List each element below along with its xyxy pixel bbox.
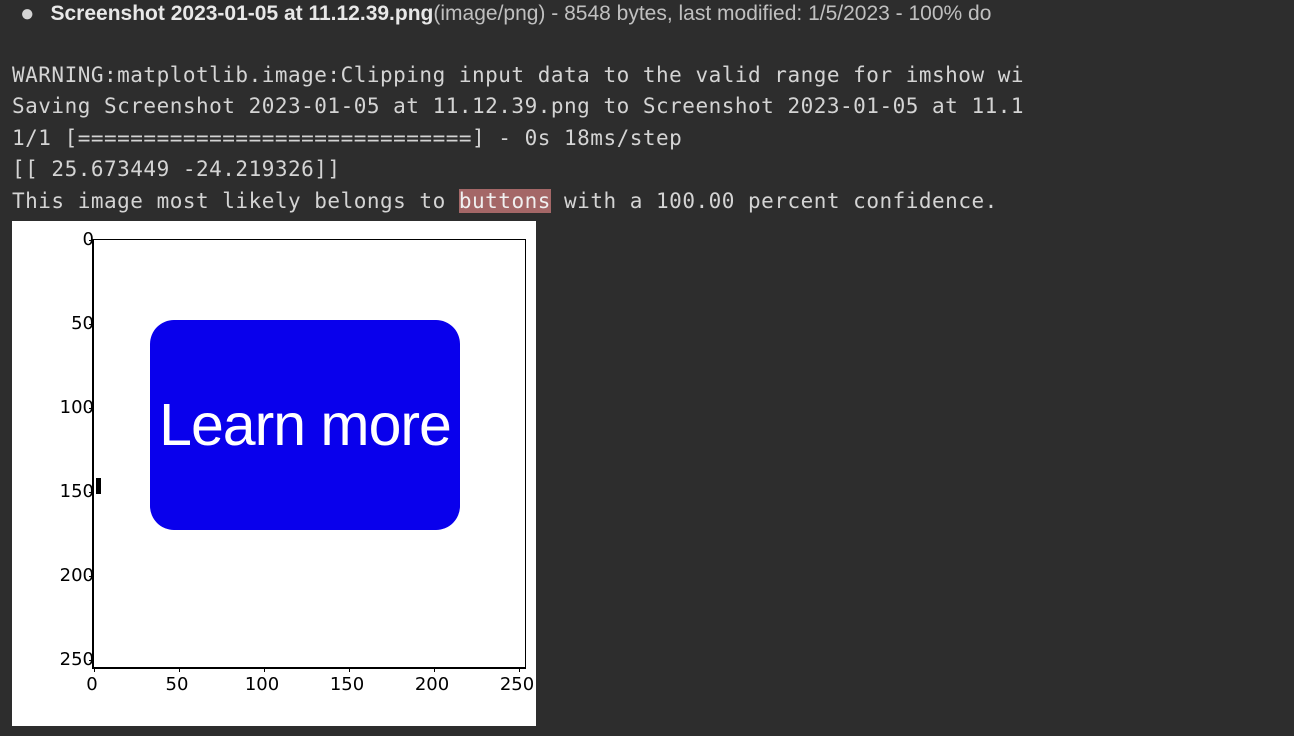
y-tick-label: 0 <box>54 229 94 250</box>
console-output: WARNING:matplotlib.image:Clipping input … <box>0 28 1294 217</box>
y-tick-label: 200 <box>54 565 94 586</box>
y-tick-label: 150 <box>54 481 94 502</box>
plot-frame: Learn more <box>93 239 526 668</box>
y-tick-label: 50 <box>54 313 94 334</box>
file-info-bar: ● Screenshot 2023-01-05 at 11.12.39.png(… <box>0 0 1294 28</box>
x-tick-label: 0 <box>72 674 112 695</box>
button-image-text: Learn more <box>159 391 451 459</box>
y-tick-label: 100 <box>54 397 94 418</box>
console-line-progress: 1/1 [==============================] - 0… <box>12 126 682 150</box>
prediction-class-highlight: buttons <box>459 189 551 213</box>
cursor-artifact <box>96 478 101 494</box>
file-meta-label: (image/png) - 8548 bytes, last modified:… <box>433 2 991 25</box>
console-line-saving: Saving Screenshot 2023-01-05 at 11.12.39… <box>12 94 1024 118</box>
x-tick-label: 50 <box>157 674 197 695</box>
filename-label: Screenshot 2023-01-05 at 11.12.39.png <box>51 2 434 25</box>
x-tick-label: 250 <box>497 674 537 695</box>
x-tick-label: 100 <box>242 674 282 695</box>
plot-axes: Learn more <box>92 239 526 669</box>
y-tick-label: 250 <box>54 649 94 670</box>
console-line-warning: WARNING:matplotlib.image:Clipping input … <box>12 63 1024 87</box>
x-tick-label: 150 <box>327 674 367 695</box>
classified-button-image: Learn more <box>150 320 460 530</box>
matplotlib-figure: 0 50 100 150 200 250 0 50 100 150 200 25… <box>12 221 536 726</box>
x-tick-label: 200 <box>412 674 452 695</box>
console-line-prediction: This image most likely belongs to button… <box>12 189 998 213</box>
console-line-logits: [[ 25.673449 -24.219326]] <box>12 157 341 181</box>
bullet-icon: ● <box>20 2 35 26</box>
